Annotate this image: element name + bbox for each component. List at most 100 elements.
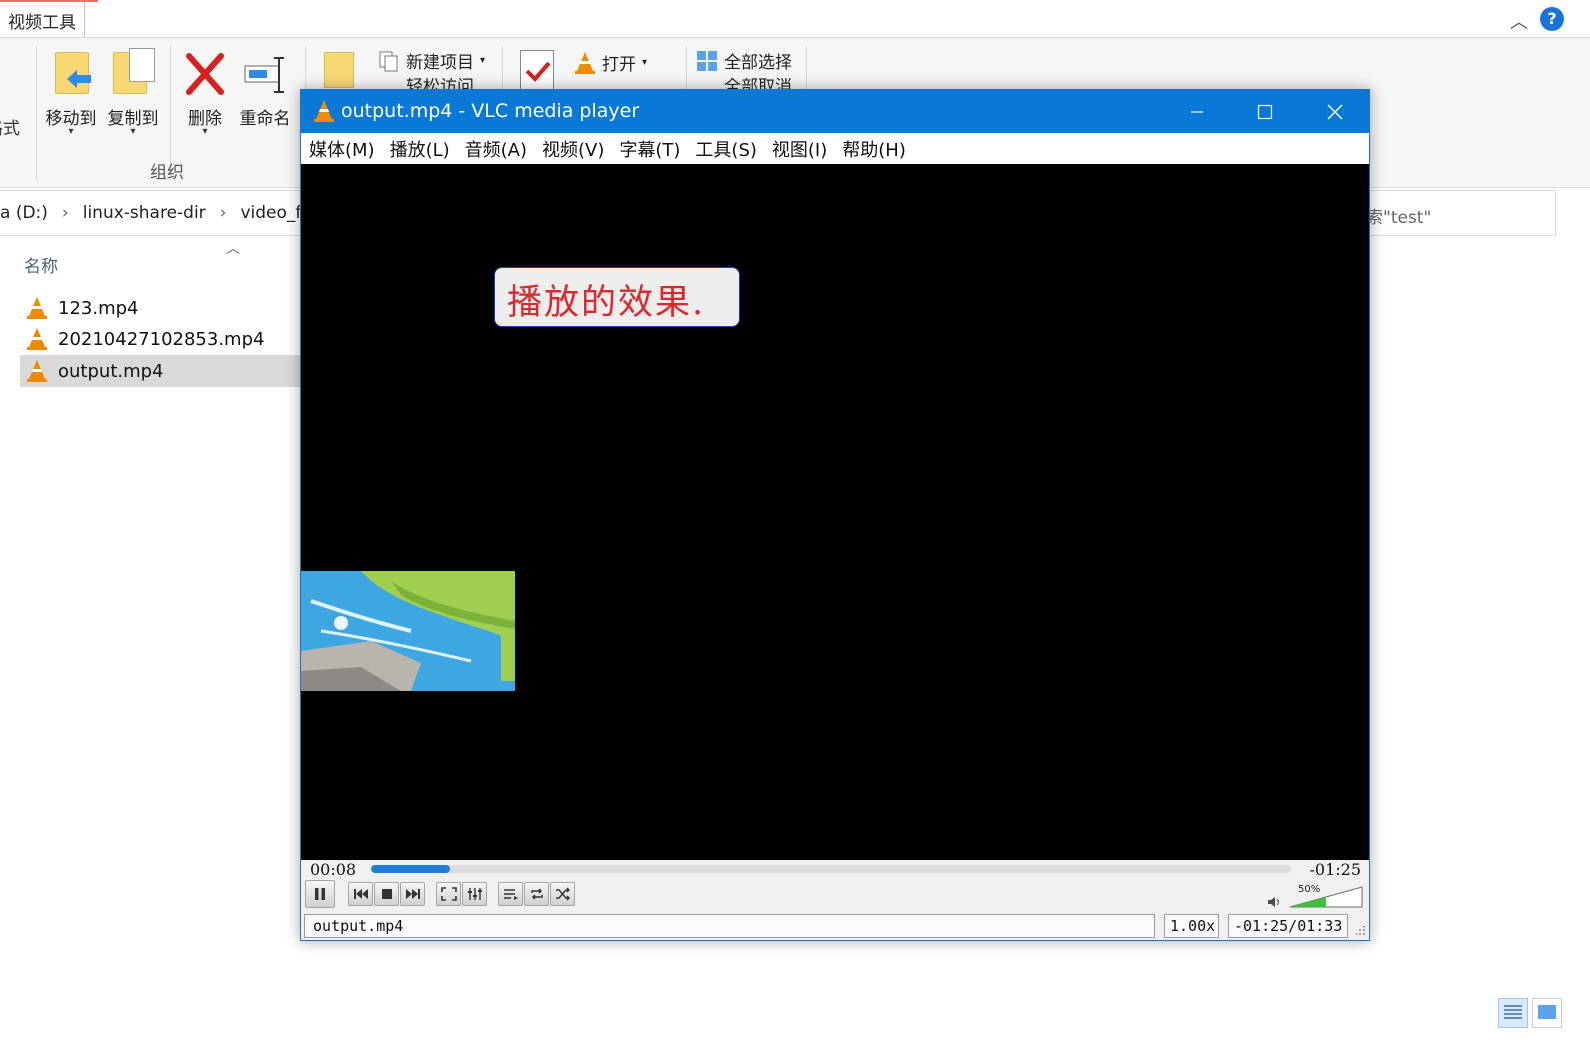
resize-grip-icon[interactable] xyxy=(1356,926,1366,936)
menu-view[interactable]: 视图(I) xyxy=(772,136,827,162)
move-to-icon xyxy=(47,48,95,100)
speaker-icon[interactable] xyxy=(1267,896,1281,908)
ribbon-divider xyxy=(36,46,37,180)
details-view-icon[interactable] xyxy=(1498,998,1528,1028)
breadcrumb-drive[interactable]: a (D:) xyxy=(0,203,48,223)
sort-ascending-icon: ︿ xyxy=(226,241,240,257)
file-list-item[interactable]: 20210427102853.mp4 xyxy=(20,323,310,355)
column-header-name[interactable]: 名称 xyxy=(24,252,58,277)
menu-video[interactable]: 视频(V) xyxy=(542,136,604,162)
shuffle-icon xyxy=(555,887,570,901)
volume-slider[interactable] xyxy=(1289,886,1363,908)
pause-icon xyxy=(315,888,325,900)
minimize-button[interactable] xyxy=(1163,90,1231,133)
playlist-icon xyxy=(503,889,518,900)
next-icon xyxy=(405,889,420,899)
copy-to-button[interactable]: 复制到 ▾ xyxy=(100,48,166,137)
menu-help[interactable]: 帮助(H) xyxy=(842,136,906,162)
minimize-icon xyxy=(1191,110,1203,113)
select-all-button[interactable]: 全部选择 xyxy=(696,48,792,73)
close-icon xyxy=(1327,104,1343,119)
shuffle-button[interactable] xyxy=(550,882,575,906)
file-name: 123.mp4 xyxy=(58,297,139,319)
vlc-cone-icon xyxy=(27,297,47,319)
vlc-cone-icon xyxy=(27,360,47,382)
maximize-button[interactable] xyxy=(1231,90,1299,133)
video-area[interactable]: 播放的效果. xyxy=(301,164,1369,860)
status-filename: output.mp4 xyxy=(304,914,1155,938)
menu-playback[interactable]: 播放(L) xyxy=(390,136,450,162)
stop-icon xyxy=(381,889,392,899)
file-name: 20210427102853.mp4 xyxy=(58,328,265,350)
file-list-item[interactable]: 123.mp4 xyxy=(20,292,310,324)
fullscreen-button[interactable] xyxy=(436,882,461,906)
fullscreen-icon xyxy=(440,887,457,901)
vlc-cone-icon xyxy=(27,328,47,350)
new-item-icon xyxy=(379,51,398,71)
seek-progress xyxy=(371,865,451,873)
breadcrumb-folder[interactable]: linux-share-dir xyxy=(83,203,206,223)
search-input[interactable]: 索"test" xyxy=(1366,203,1431,228)
tab-video-tools[interactable]: 视频工具 xyxy=(0,0,98,38)
next-button[interactable] xyxy=(400,882,425,906)
extended-settings-icon xyxy=(467,888,482,900)
breadcrumb: a (D:) › linux-share-dir › video_fil xyxy=(0,203,311,223)
new-folder-icon[interactable] xyxy=(324,52,354,88)
rename-label: 重命名 xyxy=(239,109,291,129)
playback-speed[interactable]: 1.00x xyxy=(1164,914,1219,938)
view-toggle xyxy=(1498,998,1562,1028)
vlc-cone-icon xyxy=(575,51,595,74)
rename-button[interactable]: 重命名 xyxy=(232,48,298,129)
time-display[interactable]: -01:25/01:33 xyxy=(1228,914,1348,938)
open-label: 打开 xyxy=(602,55,636,75)
vlc-cone-icon xyxy=(314,100,334,122)
open-button[interactable]: 打开 ▾ xyxy=(574,50,647,75)
video-frame-river-image xyxy=(301,571,515,691)
menu-media[interactable]: 媒体(M) xyxy=(309,136,375,162)
status-bar: output.mp4 1.00x -01:25/01:33 xyxy=(301,914,1369,940)
file-list-item-selected[interactable]: output.mp4 xyxy=(20,355,310,387)
window-title: output.mp4 - VLC media player xyxy=(341,100,640,122)
copy-to-icon xyxy=(109,48,157,100)
loop-button[interactable] xyxy=(524,882,549,906)
file-name: output.mp4 xyxy=(58,360,164,382)
select-all-icon xyxy=(697,50,717,71)
help-icon[interactable]: ? xyxy=(1540,7,1564,31)
group-label-organize: 组织 xyxy=(150,163,184,183)
delete-button[interactable]: 删除 ▾ xyxy=(172,48,238,137)
menu-tools[interactable]: 工具(S) xyxy=(695,136,756,162)
vlc-window: output.mp4 - VLC media player 媒体(M) 播放(L… xyxy=(300,89,1370,941)
loop-icon xyxy=(530,888,543,900)
seek-row: 00:08 -01:25 xyxy=(301,860,1369,880)
elapsed-time[interactable]: 00:08 xyxy=(310,860,356,879)
volume-control[interactable]: 50% xyxy=(1267,884,1367,910)
pause-button[interactable] xyxy=(305,880,335,908)
menu-subtitle[interactable]: 字幕(T) xyxy=(619,136,680,162)
subtitle-overlay: 播放的效果. xyxy=(494,267,740,327)
vlc-title-bar[interactable]: output.mp4 - VLC media player xyxy=(301,90,1369,133)
maximize-icon xyxy=(1257,104,1273,119)
remaining-time[interactable]: -01:25 xyxy=(1309,860,1361,879)
extended-settings-button[interactable] xyxy=(462,882,487,906)
select-all-label: 全部选择 xyxy=(724,53,792,73)
move-to-button[interactable]: 移动到 ▾ xyxy=(38,48,104,137)
previous-icon xyxy=(353,889,368,899)
large-icons-view-icon[interactable] xyxy=(1532,998,1562,1028)
stop-button[interactable] xyxy=(374,882,399,906)
vlc-menu-bar: 媒体(M) 播放(L) 音频(A) 视频(V) 字幕(T) 工具(S) 视图(I… xyxy=(301,133,1369,164)
menu-audio[interactable]: 音频(A) xyxy=(465,136,527,162)
collapse-ribbon-icon[interactable]: ︿ xyxy=(1510,8,1528,34)
ribbon-tab-bar: 视频工具 ︿ ? xyxy=(0,0,1590,38)
properties-icon[interactable] xyxy=(520,50,554,90)
breadcrumb-chevron-icon[interactable]: › xyxy=(220,203,227,223)
previous-button[interactable] xyxy=(348,882,373,906)
breadcrumb-chevron-icon[interactable]: › xyxy=(62,203,69,223)
playback-controls: 50% xyxy=(301,880,1369,914)
new-item-button[interactable]: 新建项目 ▾ xyxy=(378,48,485,73)
ribbon-clipped-label: 格式 xyxy=(0,119,20,139)
seek-slider[interactable] xyxy=(371,865,1291,873)
delete-x-icon xyxy=(181,48,229,100)
close-button[interactable] xyxy=(1301,90,1369,133)
rename-icon xyxy=(241,48,289,100)
playlist-button[interactable] xyxy=(498,882,523,906)
